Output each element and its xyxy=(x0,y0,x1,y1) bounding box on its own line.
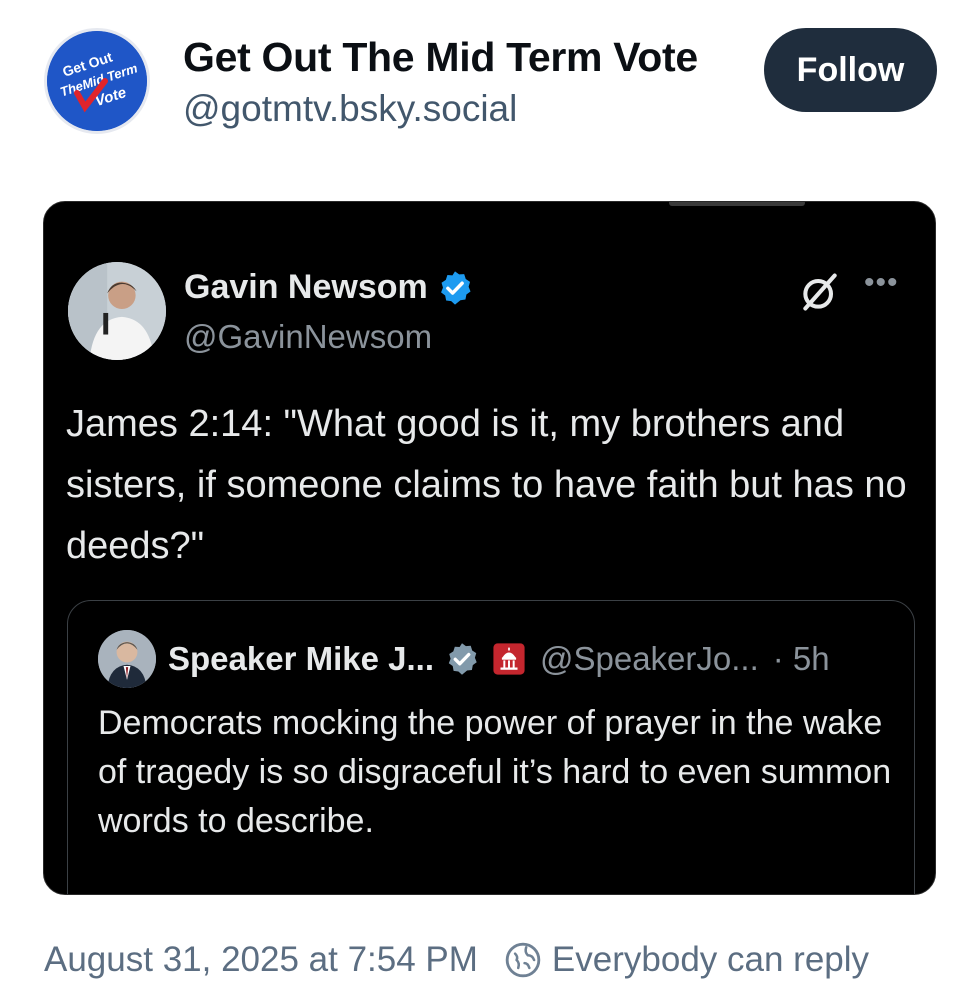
author-avatar[interactable]: Get Out TheMid Term Vote xyxy=(44,28,150,134)
tweet-author-handle: @GavinNewsom xyxy=(184,318,433,355)
tweet-author-name: Gavin Newsom xyxy=(184,268,474,307)
quoted-tweet-text: Democrats mocking the power of prayer in… xyxy=(98,704,892,840)
post-footer: August 31, 2025 at 7:54 PM Everybody can… xyxy=(44,935,869,985)
screenshot-top-edge xyxy=(669,202,805,206)
quoted-time: · 5h xyxy=(772,640,830,677)
tweet-text: James 2:14: "What good is it, my brother… xyxy=(66,403,907,567)
embedded-screenshot[interactable]: Gavin Newsom @GavinNewsom ••• James 2:14… xyxy=(43,201,936,895)
post-timestamp[interactable]: August 31, 2025 at 7:54 PM xyxy=(44,940,478,980)
author-handle[interactable]: @gotmtv.bsky.social xyxy=(183,88,517,130)
quoted-author-name: Speaker Mike J... xyxy=(168,640,434,677)
quoted-author-avatar xyxy=(98,630,156,688)
quoted-tweet-header: Speaker Mike J... @SpeakerJo... · 5h xyxy=(98,629,830,689)
tweet-author-avatar xyxy=(68,262,166,360)
globe-reply-icon xyxy=(505,942,541,978)
more-options-icon: ••• xyxy=(864,266,899,299)
verified-badge-icon xyxy=(440,270,471,305)
reply-setting-label[interactable]: Everybody can reply xyxy=(552,940,869,980)
quoted-verified-badge-icon xyxy=(448,643,477,675)
follow-button[interactable]: Follow xyxy=(764,28,937,112)
post-header: Get Out TheMid Term Vote Get Out The Mid… xyxy=(0,0,979,180)
tweet-author-name-text: Gavin Newsom xyxy=(184,268,428,306)
quoted-tweet: Speaker Mike J... @SpeakerJo... · 5h Dem… xyxy=(67,600,915,894)
quoted-author-handle: @SpeakerJo... xyxy=(539,640,759,677)
capitol-badge-icon xyxy=(493,643,525,675)
grok-icon xyxy=(803,273,837,311)
author-name[interactable]: Get Out The Mid Term Vote xyxy=(183,34,698,81)
